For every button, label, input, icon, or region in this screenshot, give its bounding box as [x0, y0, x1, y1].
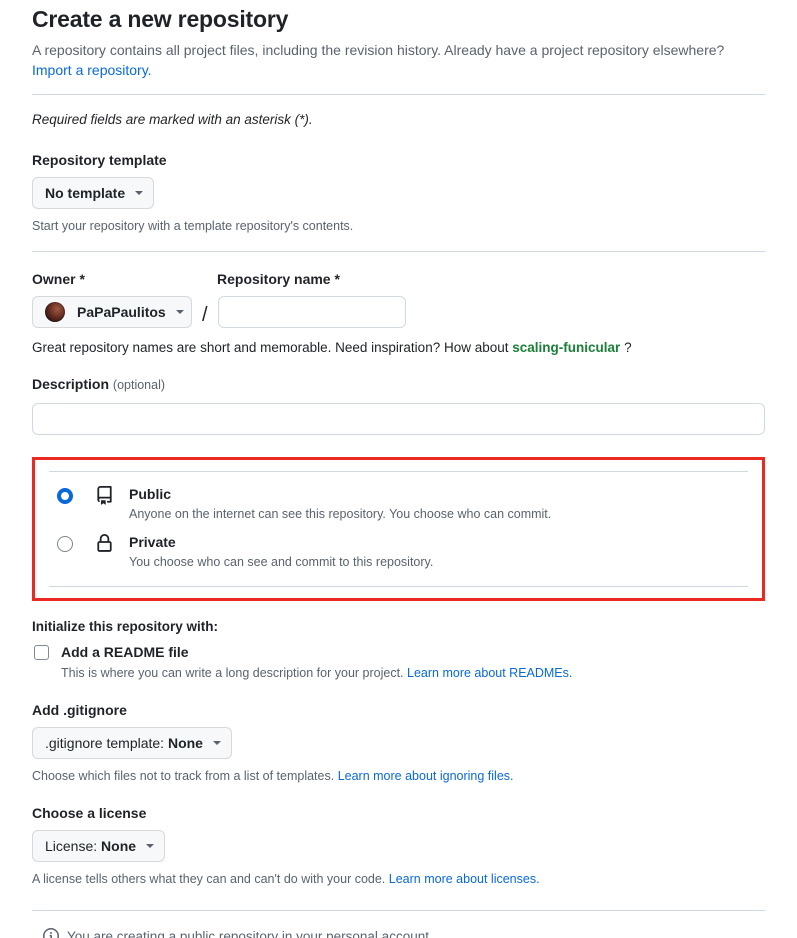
readme-checkbox-row[interactable]: Add a README file	[32, 643, 765, 662]
license-value: None	[101, 838, 137, 854]
license-label: Choose a license	[32, 805, 147, 821]
owner-name: PaPaPaulitos	[77, 304, 166, 320]
owner-name-row: PaPaPaulitos /	[32, 296, 765, 328]
info-icon	[43, 928, 59, 938]
suggestion-prefix: Great repository names are short and mem…	[32, 340, 509, 355]
gitignore-learn-more-link[interactable]: Learn more about ignoring files.	[338, 769, 514, 783]
readme-learn-more-link[interactable]: Learn more about READMEs.	[407, 666, 572, 680]
visibility-private-description: You choose who can see and commit to thi…	[129, 555, 434, 569]
gitignore-label: Add .gitignore	[32, 702, 127, 718]
page-subtitle: A repository contains all project files,…	[32, 40, 748, 80]
visibility-private-name: Private	[129, 534, 176, 550]
divider-template	[32, 251, 765, 252]
description-label-text: Description	[32, 376, 110, 392]
repository-name-suggestion: Great repository names are short and mem…	[32, 340, 765, 355]
readme-description: This is where you can write a long descr…	[61, 664, 765, 682]
gitignore-selected-value: .gitignore template: None	[45, 735, 203, 751]
visibility-option-public[interactable]: Public Anyone on the internet can see th…	[49, 482, 748, 530]
gitignore-prefix: .gitignore template:	[45, 735, 165, 751]
description-section: Description (optional)	[32, 375, 765, 435]
gitignore-section: Add .gitignore .gitignore template: None…	[32, 701, 765, 785]
license-help: A license tells others what they can and…	[32, 870, 765, 888]
radio-public[interactable]	[57, 488, 73, 504]
repo-icon	[95, 486, 117, 505]
description-label: Description (optional)	[32, 375, 765, 394]
visibility-options: Public Anyone on the internet can see th…	[49, 472, 748, 586]
description-optional-tag: (optional)	[112, 378, 166, 392]
owner-label: Owner *	[32, 271, 85, 287]
initialize-section: Initialize this repository with: Add a R…	[32, 619, 765, 682]
creation-info-row: You are creating a public repository in …	[43, 928, 765, 938]
repository-name-input[interactable]	[217, 296, 406, 328]
repository-template-value: No template	[45, 185, 126, 201]
subtitle-text: A repository contains all project files,…	[32, 42, 725, 58]
owner-name-separator: /	[202, 304, 208, 326]
chevron-down-icon	[135, 191, 144, 195]
license-prefix: License:	[45, 838, 98, 854]
suggested-name-link[interactable]: scaling-funicular	[512, 340, 620, 355]
suggestion-suffix: ?	[624, 340, 632, 355]
lock-icon	[95, 534, 117, 553]
owner-select[interactable]: PaPaPaulitos	[32, 296, 192, 328]
readme-checkbox[interactable]	[34, 645, 49, 660]
repository-template-help: Start your repository with a template re…	[32, 219, 354, 233]
visibility-option-private[interactable]: Private You choose who can see and commi…	[49, 530, 748, 578]
license-help-text: A license tells others what they can and…	[32, 872, 386, 886]
creation-info-text: You are creating a public repository in …	[67, 928, 433, 938]
gitignore-value: None	[167, 735, 203, 751]
license-learn-more-link[interactable]: Learn more about licenses.	[389, 872, 540, 886]
import-repository-link[interactable]: Import a repository.	[32, 62, 152, 78]
visibility-public-text: Public Anyone on the internet can see th…	[129, 485, 748, 523]
radio-private[interactable]	[57, 536, 73, 552]
license-select[interactable]: License: None	[32, 830, 166, 862]
gitignore-template-select[interactable]: .gitignore template: None	[32, 727, 232, 759]
divider-footer-top	[32, 910, 765, 911]
visibility-private-text: Private You choose who can see and commi…	[129, 533, 748, 571]
avatar	[45, 302, 65, 322]
readme-label: Add a README file	[61, 644, 189, 660]
owner-name-section: Owner * Repository name * PaPaPaulitos /	[32, 270, 765, 355]
visibility-section-highlight: Public Anyone on the internet can see th…	[32, 457, 765, 601]
license-selected-value: License: None	[45, 838, 136, 854]
owner-name-labels: Owner * Repository name *	[32, 270, 765, 288]
required-fields-note: Required fields are marked with an aster…	[32, 112, 313, 127]
repository-template-section: Repository template No template Start yo…	[32, 151, 765, 235]
page-title: Create a new repository	[32, 6, 289, 32]
repository-name-label: Repository name *	[217, 271, 340, 287]
license-section: Choose a license License: None A license…	[32, 804, 765, 888]
chevron-down-icon	[146, 844, 155, 848]
visibility-public-name: Public	[129, 486, 172, 502]
initialize-title: Initialize this repository with:	[32, 619, 219, 634]
readme-description-text: This is where you can write a long descr…	[61, 666, 404, 680]
repository-template-select[interactable]: No template	[32, 177, 155, 209]
gitignore-help: Choose which files not to track from a l…	[32, 767, 765, 785]
description-input[interactable]	[32, 403, 765, 435]
chevron-down-icon	[175, 310, 184, 314]
divider-header	[32, 94, 765, 95]
create-repository-page: Create a new repository A repository con…	[0, 0, 797, 938]
gitignore-help-text: Choose which files not to track from a l…	[32, 769, 335, 783]
repository-template-label: Repository template	[32, 152, 167, 168]
chevron-down-icon	[212, 741, 221, 745]
visibility-public-description: Anyone on the internet can see this repo…	[129, 507, 552, 521]
divider-visibility-bottom	[49, 586, 748, 587]
